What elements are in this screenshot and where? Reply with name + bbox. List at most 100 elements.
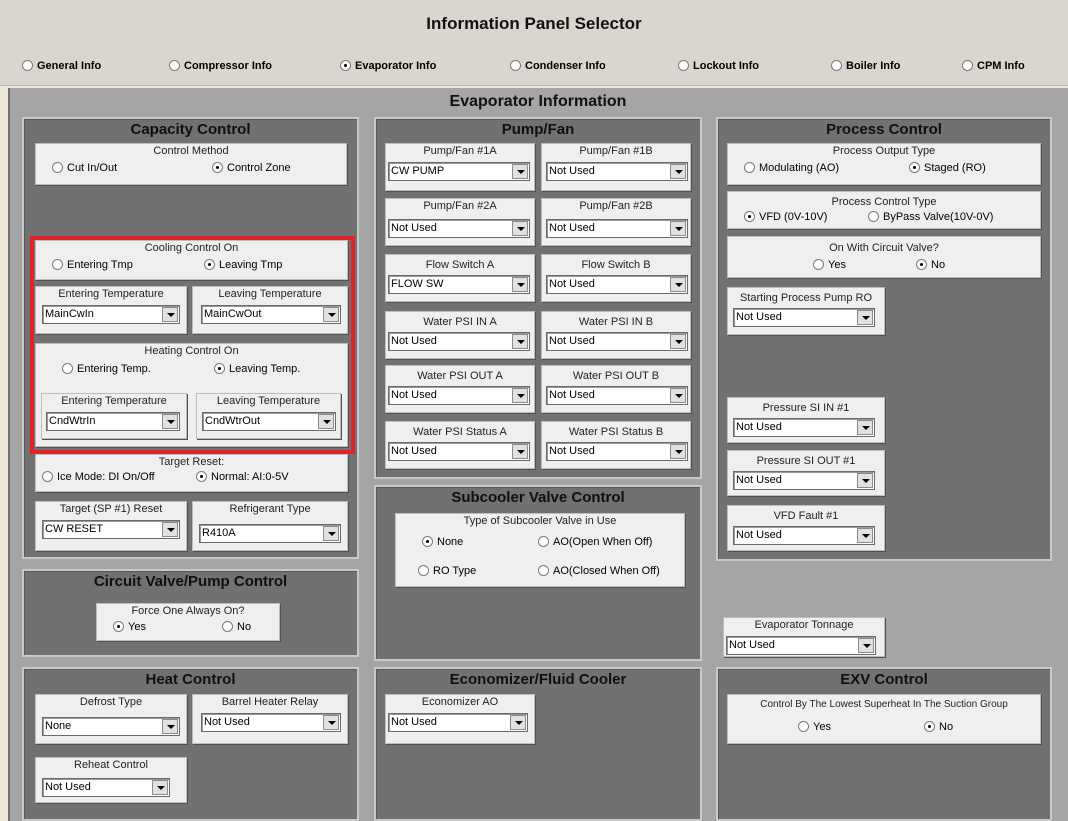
radio-icon[interactable] <box>52 258 63 270</box>
starting-process-pump-dropdown[interactable]: Not Used <box>733 308 875 327</box>
pump-fan-1b-dropdown[interactable]: Not Used <box>546 162 688 181</box>
chevron-down-icon[interactable] <box>162 307 178 322</box>
subcooler-ao-closed-option[interactable]: AO(Closed When Off) <box>538 564 660 577</box>
radio-icon[interactable] <box>538 535 549 547</box>
chevron-down-icon[interactable] <box>510 715 526 730</box>
radio-selected-icon[interactable] <box>212 161 223 173</box>
radio-icon[interactable] <box>418 564 429 576</box>
chevron-down-icon[interactable] <box>857 528 873 543</box>
pump-fan-2b-dropdown[interactable]: Not Used <box>546 219 688 238</box>
heating-leaving-option[interactable]: Leaving Temp. <box>214 362 300 375</box>
chevron-down-icon[interactable] <box>152 780 168 795</box>
radio-icon[interactable] <box>222 620 233 632</box>
chevron-down-icon[interactable] <box>670 164 686 179</box>
chevron-down-icon[interactable] <box>670 388 686 403</box>
heating-entering-temp-dropdown[interactable]: CndWtrIn <box>46 412 180 431</box>
option-evaporator-info[interactable]: Evaporator Info <box>340 59 436 72</box>
force-no-option[interactable]: No <box>222 620 251 633</box>
exv-no-option[interactable]: No <box>924 720 953 733</box>
cooling-leaving-temp-dropdown[interactable]: MainCwOut <box>201 305 341 324</box>
radio-selected-icon[interactable] <box>422 535 433 547</box>
chevron-down-icon[interactable] <box>323 526 339 541</box>
radio-icon[interactable] <box>22 59 33 71</box>
chevron-down-icon[interactable] <box>323 307 339 322</box>
chevron-down-icon[interactable] <box>318 414 334 429</box>
chevron-down-icon[interactable] <box>512 221 528 236</box>
refrigerant-type-dropdown[interactable]: R410A <box>199 524 341 543</box>
chevron-down-icon[interactable] <box>858 638 874 653</box>
chevron-down-icon[interactable] <box>512 334 528 349</box>
option-compressor-info[interactable]: Compressor Info <box>169 59 272 72</box>
subcooler-none-option[interactable]: None <box>422 535 463 548</box>
subcooler-ao-open-option[interactable]: AO(Open When Off) <box>538 535 652 548</box>
heating-leaving-temp-dropdown[interactable]: CndWtrOut <box>202 412 336 431</box>
defrost-type-dropdown[interactable]: None <box>42 717 180 736</box>
chevron-down-icon[interactable] <box>670 221 686 236</box>
chevron-down-icon[interactable] <box>162 719 178 734</box>
barrel-heater-dropdown[interactable]: Not Used <box>201 713 341 732</box>
option-general-info[interactable]: General Info <box>22 59 101 72</box>
chevron-down-icon[interactable] <box>512 277 528 292</box>
water-psi-in-a-dropdown[interactable]: Not Used <box>388 332 530 351</box>
circuit-valve-yes-option[interactable]: Yes <box>813 258 846 271</box>
evaporator-tonnage-dropdown[interactable]: Not Used <box>726 636 876 655</box>
staged-option[interactable]: Staged (RO) <box>909 161 986 174</box>
force-yes-option[interactable]: Yes <box>113 620 146 633</box>
control-zone-option[interactable]: Control Zone <box>212 161 291 174</box>
radio-icon[interactable] <box>52 161 63 173</box>
radio-icon[interactable] <box>678 59 689 71</box>
radio-icon[interactable] <box>169 59 180 71</box>
radio-selected-icon[interactable] <box>196 470 207 482</box>
target-sp-reset-dropdown[interactable]: CW RESET <box>42 520 180 539</box>
cooling-entering-option[interactable]: Entering Tmp <box>52 258 133 271</box>
radio-icon[interactable] <box>42 470 53 482</box>
water-psi-in-b-dropdown[interactable]: Not Used <box>546 332 688 351</box>
water-psi-out-b-dropdown[interactable]: Not Used <box>546 386 688 405</box>
radio-icon[interactable] <box>868 210 879 222</box>
chevron-down-icon[interactable] <box>323 715 339 730</box>
economizer-ao-dropdown[interactable]: Not Used <box>388 713 528 732</box>
flow-switch-b-dropdown[interactable]: Not Used <box>546 275 688 294</box>
heating-entering-option[interactable]: Entering Temp. <box>62 362 151 375</box>
radio-icon[interactable] <box>813 258 824 270</box>
chevron-down-icon[interactable] <box>670 277 686 292</box>
option-lockout-info[interactable]: Lockout Info <box>678 59 759 72</box>
radio-icon[interactable] <box>831 59 842 71</box>
water-psi-status-b-dropdown[interactable]: Not Used <box>546 442 688 461</box>
chevron-down-icon[interactable] <box>670 444 686 459</box>
flow-switch-a-dropdown[interactable]: FLOW SW <box>388 275 530 294</box>
chevron-down-icon[interactable] <box>512 164 528 179</box>
radio-selected-icon[interactable] <box>916 258 927 270</box>
radio-selected-icon[interactable] <box>214 362 225 374</box>
exv-yes-option[interactable]: Yes <box>798 720 831 733</box>
modulating-option[interactable]: Modulating (AO) <box>744 161 839 174</box>
option-boiler-info[interactable]: Boiler Info <box>831 59 900 72</box>
pressure-in-dropdown[interactable]: Not Used <box>733 418 875 437</box>
water-psi-status-a-dropdown[interactable]: Not Used <box>388 442 530 461</box>
pump-fan-2a-dropdown[interactable]: Not Used <box>388 219 530 238</box>
normal-mode-option[interactable]: Normal: AI:0-5V <box>196 470 289 483</box>
chevron-down-icon[interactable] <box>857 420 873 435</box>
chevron-down-icon[interactable] <box>512 444 528 459</box>
cooling-entering-temp-dropdown[interactable]: MainCwIn <box>42 305 180 324</box>
radio-selected-icon[interactable] <box>113 620 124 632</box>
chevron-down-icon[interactable] <box>857 310 873 325</box>
radio-icon[interactable] <box>538 564 549 576</box>
radio-icon[interactable] <box>744 161 755 173</box>
cut-in-out-option[interactable]: Cut In/Out <box>52 161 117 174</box>
ice-mode-option[interactable]: Ice Mode: DI On/Off <box>42 470 155 483</box>
chevron-down-icon[interactable] <box>162 522 178 537</box>
option-cpm-info[interactable]: CPM Info <box>962 59 1025 72</box>
radio-icon[interactable] <box>62 362 73 374</box>
bypass-valve-option[interactable]: ByPass Valve(10V-0V) <box>868 210 993 223</box>
subcooler-ro-option[interactable]: RO Type <box>418 564 476 577</box>
chevron-down-icon[interactable] <box>670 334 686 349</box>
chevron-down-icon[interactable] <box>512 388 528 403</box>
reheat-control-dropdown[interactable]: Not Used <box>42 778 170 797</box>
option-condenser-info[interactable]: Condenser Info <box>510 59 606 72</box>
pump-fan-1a-dropdown[interactable]: CW PUMP <box>388 162 530 181</box>
radio-selected-icon[interactable] <box>204 258 215 270</box>
pressure-out-dropdown[interactable]: Not Used <box>733 471 875 490</box>
radio-selected-icon[interactable] <box>744 210 755 222</box>
chevron-down-icon[interactable] <box>162 414 178 429</box>
